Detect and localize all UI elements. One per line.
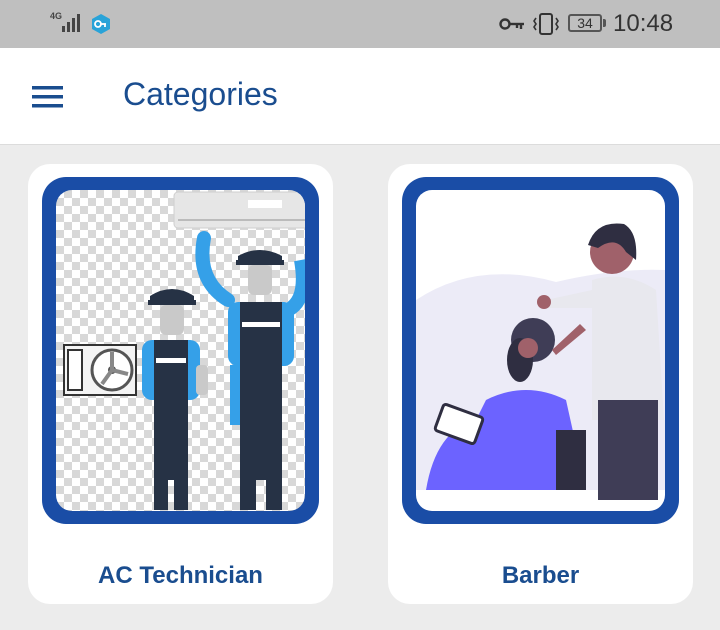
battery-tip bbox=[603, 19, 606, 27]
app-bar: Categories bbox=[0, 48, 720, 145]
network-type-label: 4G bbox=[50, 11, 63, 21]
category-card-barber[interactable]: Barber bbox=[388, 164, 693, 604]
status-bar: 4G 34 10:48 bbox=[0, 0, 720, 48]
category-card-ac-technician[interactable]: AC Technician bbox=[28, 164, 333, 604]
ac-technician-illustration bbox=[56, 190, 305, 511]
card-image-frame bbox=[402, 177, 679, 524]
hamburger-menu-icon[interactable] bbox=[28, 82, 68, 112]
signal-icon bbox=[62, 12, 84, 34]
barber-illustration bbox=[416, 190, 665, 511]
status-clock: 10:48 bbox=[613, 10, 674, 37]
card-image-frame bbox=[42, 177, 319, 524]
page-title: Categories bbox=[123, 76, 278, 112]
vpn-icon bbox=[90, 13, 112, 35]
vibrate-icon bbox=[532, 13, 560, 35]
category-label: Barber bbox=[501, 562, 580, 589]
battery-icon: 34 bbox=[568, 14, 602, 32]
key-icon bbox=[499, 17, 525, 31]
category-label: AC Technician bbox=[98, 562, 263, 589]
